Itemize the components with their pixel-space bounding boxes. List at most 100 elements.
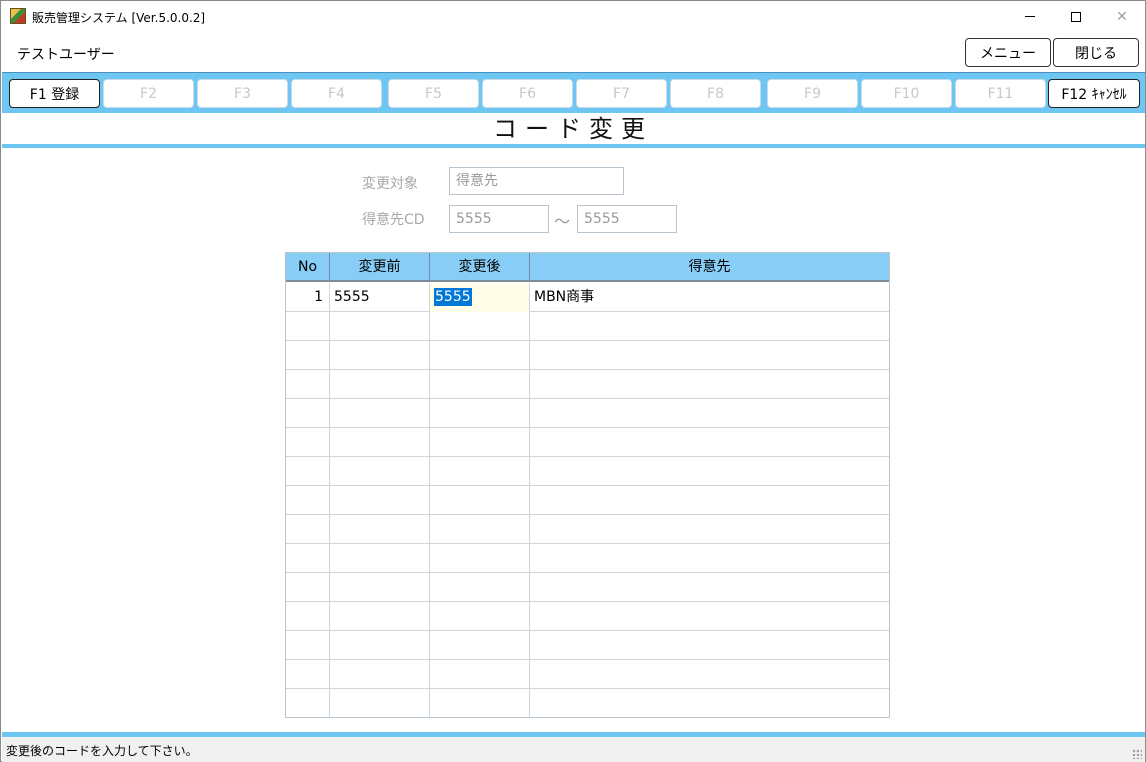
cell-before xyxy=(330,428,430,457)
cell-after[interactable] xyxy=(430,370,530,399)
current-user-name: テストユーザー xyxy=(17,47,115,63)
customer-code-label: 得意先CD xyxy=(362,212,425,228)
table-row[interactable] xyxy=(286,689,889,717)
maximize-button[interactable] xyxy=(1053,1,1099,32)
table-row[interactable] xyxy=(286,457,889,486)
window-title: 販売管理システム [Ver.5.0.0.2] xyxy=(32,11,206,25)
cell-after[interactable] xyxy=(430,689,530,717)
table-row[interactable] xyxy=(286,399,889,428)
customer-code-from-field[interactable]: 5555 xyxy=(449,205,549,233)
table-row[interactable] xyxy=(286,515,889,544)
cell-before xyxy=(330,660,430,689)
cell-customer xyxy=(530,370,889,399)
cell-before xyxy=(330,399,430,428)
cell-no xyxy=(286,399,330,428)
cell-no xyxy=(286,486,330,515)
cell-no xyxy=(286,428,330,457)
f2-button[interactable]: F2 xyxy=(103,79,194,108)
selected-text[interactable]: 5555 xyxy=(434,288,472,306)
cell-before xyxy=(330,544,430,573)
f5-button[interactable]: F5 xyxy=(388,79,479,108)
cell-customer xyxy=(530,602,889,631)
cell-before: 5555 xyxy=(330,283,430,312)
cell-customer xyxy=(530,428,889,457)
table-row[interactable] xyxy=(286,660,889,689)
resize-grip-icon[interactable] xyxy=(1132,749,1142,759)
cell-customer xyxy=(530,573,889,602)
table-row[interactable] xyxy=(286,602,889,631)
cell-no xyxy=(286,457,330,486)
cell-customer xyxy=(530,341,889,370)
table-row[interactable] xyxy=(286,544,889,573)
cell-no xyxy=(286,544,330,573)
cell-no xyxy=(286,602,330,631)
f11-button[interactable]: F11 xyxy=(955,79,1046,108)
cell-no xyxy=(286,573,330,602)
cell-after[interactable] xyxy=(430,341,530,370)
cell-after[interactable] xyxy=(430,631,530,660)
table-row[interactable] xyxy=(286,312,889,341)
cell-customer xyxy=(530,660,889,689)
cell-no xyxy=(286,370,330,399)
cell-after[interactable] xyxy=(430,312,530,341)
table-row[interactable] xyxy=(286,486,889,515)
cell-no xyxy=(286,689,330,717)
column-header-after[interactable]: 変更後 xyxy=(430,253,530,282)
status-message: 変更後のコードを入力して下さい。 xyxy=(6,744,198,758)
cell-before xyxy=(330,689,430,717)
f4-button[interactable]: F4 xyxy=(291,79,382,108)
f8-button[interactable]: F8 xyxy=(670,79,761,108)
table-row[interactable]: 1 5555 5555 MBN商事 xyxy=(286,283,889,312)
cell-no xyxy=(286,515,330,544)
table-row[interactable] xyxy=(286,370,889,399)
maximize-icon xyxy=(1071,11,1081,22)
code-change-grid[interactable]: No 変更前 変更後 得意先 1 5555 5555 MBN商事 xyxy=(285,252,890,718)
cell-customer xyxy=(530,544,889,573)
column-header-customer[interactable]: 得意先 xyxy=(530,253,889,282)
f6-button[interactable]: F6 xyxy=(482,79,573,108)
function-key-bar: F1 登録 F2 F3 F4 F5 F6 F7 F8 F9 F10 F11 F1… xyxy=(2,72,1145,113)
column-header-before[interactable]: 変更前 xyxy=(330,253,430,282)
f12-cancel-button[interactable]: F12 ｷｬﾝｾﾙ xyxy=(1048,79,1140,108)
f7-button[interactable]: F7 xyxy=(576,79,667,108)
app-icon xyxy=(10,8,26,24)
f3-button[interactable]: F3 xyxy=(197,79,288,108)
title-bar[interactable]: 販売管理システム [Ver.5.0.0.2] ✕ xyxy=(1,1,1145,32)
change-target-label: 変更対象 xyxy=(362,176,418,192)
cell-customer xyxy=(530,631,889,660)
cell-after[interactable] xyxy=(430,457,530,486)
cell-after-input[interactable]: 5555 xyxy=(430,283,530,312)
table-row[interactable] xyxy=(286,573,889,602)
cell-after[interactable] xyxy=(430,544,530,573)
minimize-icon xyxy=(1025,16,1035,17)
f10-button[interactable]: F10 xyxy=(861,79,952,108)
cell-before xyxy=(330,631,430,660)
cell-after[interactable] xyxy=(430,428,530,457)
minimize-button[interactable] xyxy=(1007,1,1053,32)
cell-before xyxy=(330,370,430,399)
cell-after[interactable] xyxy=(430,399,530,428)
table-row[interactable] xyxy=(286,428,889,457)
column-header-no[interactable]: No xyxy=(286,253,330,282)
table-row[interactable] xyxy=(286,631,889,660)
menu-button[interactable]: メニュー xyxy=(965,38,1051,67)
close-screen-button[interactable]: 閉じる xyxy=(1053,38,1139,67)
customer-code-to-field[interactable]: 5555 xyxy=(577,205,677,233)
close-icon: ✕ xyxy=(1116,8,1128,25)
cell-after[interactable] xyxy=(430,602,530,631)
cell-customer xyxy=(530,486,889,515)
window-close-button[interactable]: ✕ xyxy=(1099,1,1145,32)
range-separator: ～ xyxy=(554,212,571,231)
table-row[interactable] xyxy=(286,341,889,370)
cell-after[interactable] xyxy=(430,515,530,544)
grid-header: No 変更前 変更後 得意先 xyxy=(286,253,889,282)
change-target-field[interactable]: 得意先 xyxy=(449,167,624,195)
cell-before xyxy=(330,573,430,602)
cell-before xyxy=(330,515,430,544)
title-divider xyxy=(2,144,1145,148)
f9-button[interactable]: F9 xyxy=(767,79,858,108)
cell-after[interactable] xyxy=(430,573,530,602)
cell-after[interactable] xyxy=(430,660,530,689)
cell-after[interactable] xyxy=(430,486,530,515)
f1-register-button[interactable]: F1 登録 xyxy=(9,79,100,108)
